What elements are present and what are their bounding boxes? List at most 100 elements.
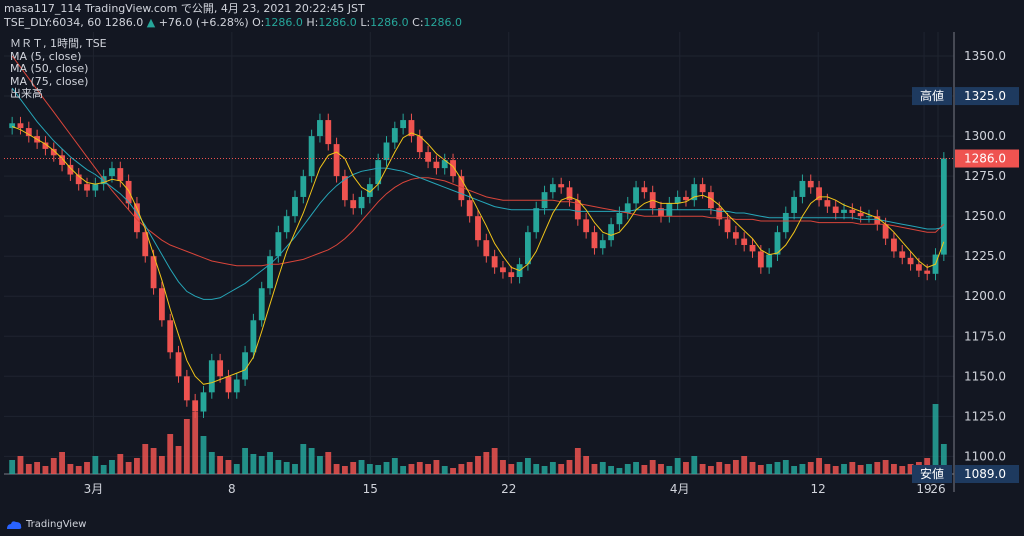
- candle-body: [308, 136, 315, 177]
- volume-bar: [217, 456, 224, 474]
- price-tag-value: 1325.0: [964, 89, 1006, 103]
- candle-body: [117, 168, 124, 181]
- y-tick-label: 1225.0: [964, 249, 1006, 263]
- volume-bar: [400, 466, 407, 474]
- volume-bar: [84, 462, 90, 474]
- volume-bar: [724, 464, 731, 474]
- volume-bar: [491, 448, 498, 474]
- volume-bar: [658, 464, 664, 474]
- high-label: H:: [306, 16, 319, 29]
- volume-bar: [450, 468, 456, 474]
- candle-body: [391, 128, 398, 143]
- legend-volume[interactable]: 出来高: [10, 87, 107, 101]
- volume-bar: [59, 452, 65, 474]
- high-value: 1286.0: [318, 16, 357, 29]
- legend-symbol[interactable]: ＭＲＴ, 1時間, TSE: [10, 37, 107, 51]
- candle-body: [183, 376, 190, 401]
- y-tick-label: 1100.0: [964, 449, 1006, 463]
- candle-body: [799, 180, 806, 197]
- candle-body: [175, 352, 182, 377]
- brand-name: TradingView: [26, 519, 87, 530]
- candle-body: [866, 216, 872, 218]
- candle-body: [233, 379, 240, 393]
- candle-body: [832, 206, 839, 213]
- candle-body: [333, 144, 340, 177]
- low-value: 1286.0: [370, 16, 409, 29]
- candle-body: [17, 123, 24, 129]
- volume-bar: [34, 462, 41, 474]
- candle-body: [533, 208, 540, 233]
- triangle-up-icon: ▲: [146, 16, 156, 29]
- volume-bar: [125, 462, 132, 474]
- volume-bar: [624, 464, 631, 474]
- candle-body: [250, 320, 257, 353]
- volume-bar: [350, 462, 357, 474]
- volume-bar: [641, 465, 648, 474]
- volume-bar: [242, 448, 248, 474]
- volume-bar: [799, 464, 806, 474]
- candle-body: [608, 224, 615, 241]
- candle-body: [849, 209, 856, 213]
- volume-bar: [857, 465, 864, 474]
- tradingview-logo[interactable]: TradingView: [6, 519, 86, 530]
- price-tag-value: 1286.0: [964, 152, 1006, 166]
- candle-body: [383, 142, 390, 161]
- candle-body: [217, 360, 224, 377]
- candle-body: [583, 219, 590, 233]
- chart-frame[interactable]: 1350.0 1325.0 1300.0 1275.0 1250.0 1225.0 1200…: [4, 32, 1020, 502]
- volume-bar: [183, 419, 190, 474]
- volume-bar: [899, 466, 906, 474]
- volume-bar: [708, 466, 714, 474]
- tradingview-cloud-icon: [7, 520, 22, 529]
- candle-body: [633, 187, 639, 204]
- volume-bar: [366, 464, 373, 474]
- candle-body: [450, 160, 456, 177]
- volume-bar: [341, 466, 348, 474]
- volume-bar: [841, 464, 847, 474]
- volume-bar: [300, 444, 307, 474]
- candle-body: [433, 161, 440, 169]
- volume-bar: [533, 464, 540, 474]
- volume-bar: [749, 462, 756, 474]
- volume-bar: [782, 460, 789, 474]
- x-tick-label: 15: [363, 482, 378, 496]
- volume-bar: [225, 460, 232, 474]
- volume-bar: [433, 460, 440, 474]
- volume-bar: [408, 464, 415, 474]
- volume-bar: [691, 456, 698, 474]
- candle-body: [109, 168, 115, 177]
- volume-bar: [325, 452, 332, 474]
- candle-body: [508, 272, 515, 278]
- volume-bar: [874, 462, 881, 474]
- volume-bar: [674, 458, 681, 474]
- volume-bar: [383, 462, 390, 474]
- close-value: 1286.0: [423, 16, 463, 29]
- volume-bar: [391, 458, 398, 474]
- candle-body: [891, 238, 897, 252]
- candle-body: [807, 180, 814, 188]
- candle-body: [200, 392, 207, 412]
- volume-bar: [741, 456, 748, 474]
- candle-body: [899, 251, 906, 258]
- y-tick-label: 1200.0: [964, 289, 1006, 303]
- volume-bar: [425, 464, 431, 474]
- chart-header: masa117_114 TradingView.com で公開, 4月 23, …: [4, 2, 462, 30]
- volume-bar: [9, 460, 16, 474]
- candle-body: [724, 219, 731, 233]
- candle-body: [292, 196, 298, 217]
- legend-ma50[interactable]: MA (50, close): [10, 62, 107, 76]
- x-tick-label: 22: [501, 482, 516, 496]
- candle-body: [267, 256, 273, 289]
- volume-bar: [150, 448, 157, 474]
- publish-info: masa117_114 TradingView.com で公開, 4月 23, …: [4, 2, 365, 15]
- volume-bar: [633, 462, 639, 474]
- price-chart[interactable]: 1350.0 1325.0 1300.0 1275.0 1250.0 1225.0 1200…: [4, 32, 1020, 502]
- candle-body: [92, 184, 99, 191]
- volume-bar: [17, 456, 24, 474]
- candle-body: [757, 251, 764, 268]
- volume-bar: [441, 466, 448, 474]
- volume-bar: [816, 458, 822, 474]
- volume-bar: [608, 466, 615, 474]
- volume-bar: [932, 404, 939, 474]
- y-tick-label: 1275.0: [964, 169, 1006, 183]
